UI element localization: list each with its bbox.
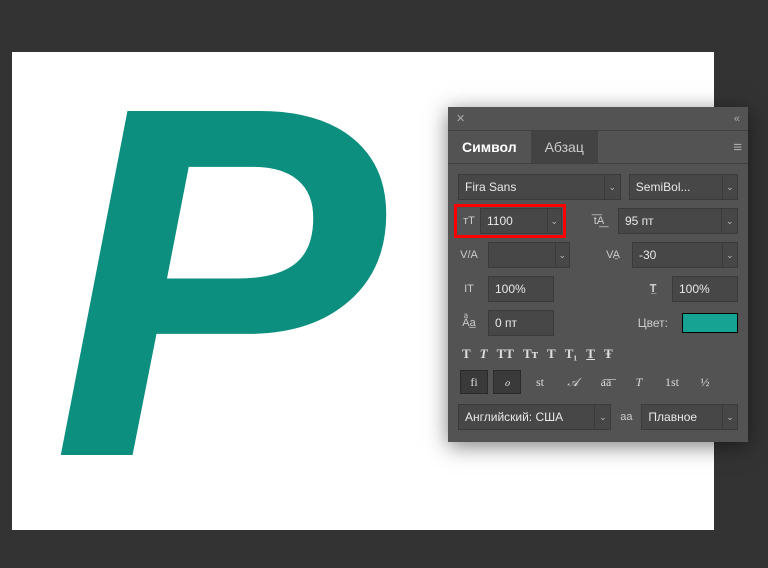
tracking-field[interactable]: ⌄ [632, 242, 738, 268]
style-underline[interactable]: T [586, 346, 595, 362]
font-size-icon: тT [458, 208, 480, 234]
font-family-input[interactable] [459, 175, 604, 199]
feat-stylistic[interactable]: st [526, 370, 554, 394]
chevron-down-icon[interactable]: ⌄ [555, 243, 569, 267]
antialias-select[interactable]: ⌄ [641, 404, 738, 430]
style-strikethrough[interactable]: Ŧ [604, 346, 613, 362]
language-input[interactable] [459, 405, 594, 429]
feat-ordinals[interactable]: 1st [658, 370, 686, 394]
font-family-select[interactable]: ⌄ [458, 174, 621, 200]
style-bold[interactable]: T [462, 346, 471, 362]
panel-body: ⌄ ⌄ тT ⌄ t͞A͟ ⌄ V/A [448, 164, 748, 442]
horizontal-scale-icon: 𝐓̲ [642, 276, 664, 302]
vscale-field[interactable] [488, 276, 554, 302]
leading-field[interactable]: ⌄ [618, 208, 738, 234]
tab-bar: Символ Абзац ≡ [448, 131, 748, 164]
font-size-highlight: тT ⌄ [454, 204, 566, 238]
kerning-field[interactable]: ⌄ [488, 242, 570, 268]
kerning-icon: V/A [458, 242, 480, 268]
chevron-down-icon[interactable]: ⌄ [722, 243, 737, 267]
feat-titling[interactable]: 𝒜 [559, 370, 587, 394]
feat-fractions[interactable]: ½ [691, 370, 719, 394]
chevron-down-icon[interactable]: ⌄ [721, 209, 737, 233]
panel-menu-icon[interactable]: ≡ [733, 139, 742, 156]
character-panel: ✕ « Символ Абзац ≡ ⌄ ⌄ тT ⌄ [448, 107, 748, 442]
hscale-input[interactable] [673, 277, 737, 301]
collapse-icon[interactable]: « [734, 113, 740, 125]
color-label: Цвет: [638, 316, 674, 330]
chevron-down-icon[interactable]: ⌄ [722, 405, 737, 429]
style-superscript[interactable]: T [547, 346, 556, 362]
font-weight-select[interactable]: ⌄ [629, 174, 738, 200]
close-icon[interactable]: ✕ [456, 112, 465, 125]
tracking-input[interactable] [633, 243, 722, 267]
baseline-field[interactable] [488, 310, 554, 336]
antialias-input[interactable] [642, 405, 722, 429]
hscale-field[interactable] [672, 276, 738, 302]
baseline-input[interactable] [489, 311, 553, 335]
style-italic[interactable]: T [480, 346, 488, 362]
feat-alternates[interactable]: T [625, 370, 653, 394]
preview-letter: P [52, 32, 366, 532]
type-styles-row: T T TT Tт T T₁ T Ŧ [458, 346, 738, 362]
tracking-icon: VA̱ [602, 242, 624, 268]
leading-icon: t͞A͟ [588, 208, 610, 234]
chevron-down-icon[interactable]: ⌄ [594, 405, 610, 429]
vscale-input[interactable] [489, 277, 553, 301]
color-swatch[interactable] [682, 313, 738, 333]
antialias-icon: aа [617, 404, 635, 430]
chevron-down-icon[interactable]: ⌄ [722, 175, 737, 199]
style-smallcaps[interactable]: Tт [523, 346, 538, 362]
tab-symbol[interactable]: Символ [448, 131, 531, 163]
chevron-down-icon[interactable]: ⌄ [547, 209, 561, 233]
feat-swash[interactable]: ℴ [493, 370, 521, 394]
style-subscript[interactable]: T₁ [565, 346, 578, 362]
font-size-field[interactable]: ⌄ [480, 208, 562, 234]
feat-ligatures[interactable]: fi [460, 370, 488, 394]
language-select[interactable]: ⌄ [458, 404, 611, 430]
font-weight-input[interactable] [630, 175, 722, 199]
kerning-input[interactable] [489, 243, 555, 267]
panel-header: ✕ « [448, 107, 748, 131]
leading-input[interactable] [619, 209, 721, 233]
baseline-shift-icon: Aͣa̲ [458, 310, 480, 336]
opentype-features-row: fi ℴ st 𝒜 a͞a͞ T 1st ½ [458, 370, 738, 394]
style-allcaps[interactable]: TT [497, 346, 514, 362]
tab-paragraph[interactable]: Абзац [531, 131, 598, 163]
vertical-scale-icon: IT [458, 276, 480, 302]
feat-contextual[interactable]: a͞a͞ [592, 370, 620, 394]
chevron-down-icon[interactable]: ⌄ [604, 175, 620, 199]
font-size-input[interactable] [481, 209, 547, 233]
